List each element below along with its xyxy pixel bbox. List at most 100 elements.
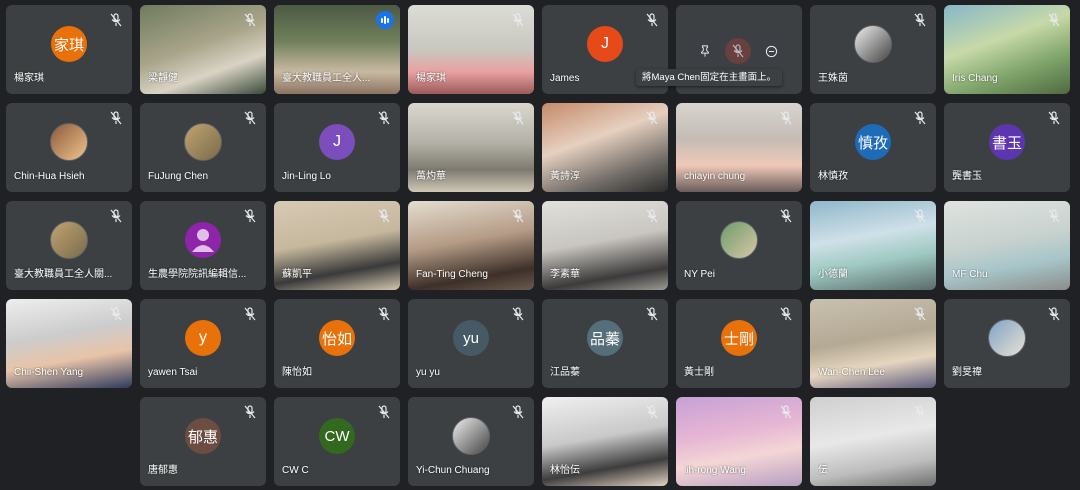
profile-photo-avatar <box>452 417 490 456</box>
mic-off-icon <box>780 307 792 321</box>
initials-avatar: CW <box>319 418 355 455</box>
participant-tile[interactable]: 士剛 黃士剛 <box>676 299 802 388</box>
participant-tile[interactable]: 劉旻禕 <box>944 299 1070 388</box>
participant-tile[interactable]: 伝 <box>810 397 936 486</box>
participant-tile[interactable]: 慎孜 林慎孜 <box>810 103 936 192</box>
participant-name: yawen Tsai <box>148 367 198 378</box>
participant-name: 李素華 <box>550 269 580 280</box>
participant-name: 臺大教職員工全人關... <box>14 269 113 280</box>
participant-name: FuJung Chen <box>148 171 209 182</box>
participant-tile[interactable]: 品蓁 江品蓁 <box>542 299 668 388</box>
participant-name: Iris Chang <box>952 73 998 84</box>
participant-tile[interactable]: 林怡伝 <box>542 397 668 486</box>
mic-off-icon <box>244 209 256 223</box>
pin-icon <box>700 45 709 57</box>
initials-avatar: 品蓁 <box>587 320 623 357</box>
participant-tile[interactable]: 書玉 龔書玉 <box>944 103 1070 192</box>
mic-off-icon <box>646 13 658 27</box>
mic-off-icon <box>914 13 926 27</box>
initials-avatar: y <box>185 320 221 357</box>
participant-tile[interactable]: MF Chu <box>944 201 1070 290</box>
participant-tile[interactable]: 萬灼華 <box>408 103 534 192</box>
mic-off-icon <box>244 111 256 125</box>
participant-tile[interactable]: y yawen Tsai <box>140 299 266 388</box>
participant-name: Jin-Ling Lo <box>282 171 331 182</box>
mic-off-icon <box>110 111 122 125</box>
participant-tile[interactable]: Chii-Shen Yang <box>6 299 132 388</box>
mic-off-icon <box>378 307 390 321</box>
mic-off-icon <box>646 405 658 419</box>
mic-off-icon <box>914 405 926 419</box>
participant-tile[interactable]: Chin-Hua Hsieh <box>6 103 132 192</box>
participant-tile[interactable]: lih-rong Wang <box>676 397 802 486</box>
mic-off-icon <box>646 209 658 223</box>
speaking-indicator-icon <box>376 11 394 29</box>
mic-off-icon <box>914 209 926 223</box>
participant-tile[interactable]: CW CW C <box>274 397 400 486</box>
participant-name: CW C <box>282 465 309 476</box>
mic-off-icon <box>378 209 390 223</box>
participant-tile[interactable]: 王姝茵 <box>810 5 936 94</box>
mic-off-icon <box>512 209 524 223</box>
mic-off-icon <box>378 111 390 125</box>
participant-tile[interactable]: Fan-Ting Cheng <box>408 201 534 290</box>
mic-off-icon <box>780 405 792 419</box>
participant-tile[interactable]: J Jin-Ling Lo <box>274 103 400 192</box>
participant-tile[interactable]: Wan-Chen Lee <box>810 299 936 388</box>
participant-tile[interactable]: yu yu yu <box>408 299 534 388</box>
participant-name: Chii-Shen Yang <box>14 367 84 378</box>
participant-grid: 家琪 楊家琪 梁靜健 臺大教職員工全人... 楊家琪 J James 王姝茵 Iris Chan… <box>0 0 1080 490</box>
participant-tile[interactable]: 生農學院院訊編輯信... <box>140 201 266 290</box>
participant-tile[interactable]: chiayin chung <box>676 103 802 192</box>
mic-off-icon <box>110 307 122 321</box>
participant-name: 林慎孜 <box>818 171 848 182</box>
mic-off-icon <box>914 111 926 125</box>
pin-tooltip: 將Maya Chen固定在主畫面上。 <box>636 69 783 86</box>
mic-off-icon <box>244 13 256 27</box>
participant-tile[interactable]: 梁靜健 <box>140 5 266 94</box>
participant-tile[interactable]: 怡如 陳怡如 <box>274 299 400 388</box>
mic-off-icon <box>512 13 524 27</box>
mic-off-icon <box>646 307 658 321</box>
mute-button[interactable] <box>724 38 751 64</box>
participant-name: 楊家琪 <box>14 73 44 84</box>
profile-photo-avatar <box>720 221 758 260</box>
participant-tile[interactable]: 李素華 <box>542 201 668 290</box>
participant-tile[interactable]: 臺大教職員工全人... <box>274 5 400 94</box>
participant-name: 黃詩淳 <box>550 171 580 182</box>
participant-name: 劉旻禕 <box>952 367 982 378</box>
participant-tile[interactable]: 郁惠 唐郁惠 <box>140 397 266 486</box>
profile-photo-avatar <box>854 25 892 64</box>
pin-button[interactable] <box>692 38 718 64</box>
initials-avatar <box>185 222 221 259</box>
mic-off-icon <box>244 405 256 419</box>
profile-photo-avatar <box>50 123 88 162</box>
participant-name: 江品蓁 <box>550 367 580 378</box>
mic-off-icon <box>110 13 122 27</box>
participant-name: chiayin chung <box>684 171 746 182</box>
participant-name: 王姝茵 <box>818 73 848 84</box>
participant-name: 伝 <box>818 465 828 476</box>
mic-off-icon <box>1048 209 1060 223</box>
participant-tile[interactable]: 楊家琪 <box>408 5 534 94</box>
participant-tile[interactable]: 小德蘭 <box>810 201 936 290</box>
participant-tile[interactable]: NY Pei <box>676 201 802 290</box>
participant-tile[interactable]: 臺大教職員工全人關... <box>6 201 132 290</box>
initials-avatar: 怡如 <box>319 320 355 357</box>
initials-avatar: 慎孜 <box>855 124 891 161</box>
participant-tile[interactable]: 蘇凱平 <box>274 201 400 290</box>
mic-off-icon <box>512 405 524 419</box>
remove-button[interactable] <box>758 38 784 64</box>
participant-tile[interactable]: Iris Chang <box>944 5 1070 94</box>
participant-tile[interactable]: FuJung Chen <box>140 103 266 192</box>
tile-hover-controls <box>688 33 788 69</box>
initials-avatar: J <box>587 26 623 63</box>
participant-tile[interactable]: 家琪 楊家琪 <box>6 5 132 94</box>
participant-name: 陳怡如 <box>282 367 312 378</box>
participant-name: Yi-Chun Chuang <box>416 465 490 476</box>
participant-tile[interactable]: 黃詩淳 <box>542 103 668 192</box>
participant-name: 黃士剛 <box>684 367 714 378</box>
participant-name: 生農學院院訊編輯信... <box>148 269 247 280</box>
participant-tile[interactable]: Yi-Chun Chuang <box>408 397 534 486</box>
mic-off-icon <box>378 405 390 419</box>
